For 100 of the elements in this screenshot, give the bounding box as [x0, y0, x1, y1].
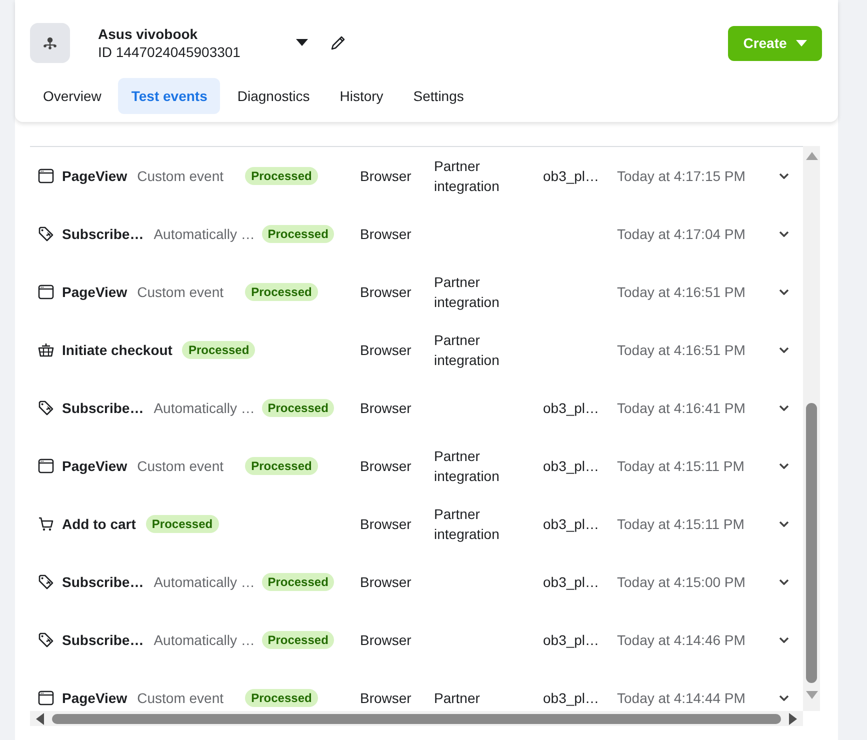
- chevron-down-icon: [779, 347, 789, 353]
- event-name: PageView: [62, 458, 128, 474]
- status-badge: Processed: [245, 689, 318, 707]
- expand-button[interactable]: [777, 229, 791, 239]
- event-type: Custom event: [137, 458, 224, 474]
- tab[interactable]: Overview: [30, 78, 114, 114]
- parameter-cell: ob3_pl…: [543, 690, 600, 706]
- channel-cell-text: Browser: [360, 342, 412, 358]
- chevron-down-icon: [779, 463, 789, 469]
- event-name: Add to cart: [62, 516, 136, 532]
- event-name: PageView: [62, 168, 128, 184]
- browser-window-icon: [38, 690, 54, 706]
- channel-cell-text: Browser: [360, 168, 412, 184]
- expand-button[interactable]: [777, 171, 791, 181]
- chevron-down-icon: [779, 173, 789, 179]
- browser-window-icon: [38, 168, 54, 184]
- caret-icon: [296, 39, 308, 47]
- vertical-scrollbar[interactable]: [803, 146, 820, 711]
- expand-button[interactable]: [777, 693, 791, 703]
- event-name: Subscribe…: [62, 574, 144, 590]
- event-name: PageView: [62, 690, 128, 706]
- status-badge: Processed: [245, 283, 318, 301]
- parameter-cell: ob3_pl…: [543, 400, 600, 416]
- browser-window-icon: [38, 284, 54, 300]
- source-cell: Partner integration: [434, 448, 500, 484]
- event-type: Automatically …: [154, 574, 252, 590]
- source-cell: Partner integration: [434, 274, 500, 310]
- source-cell: Partner integration: [434, 506, 500, 542]
- event-type: Custom event: [137, 168, 224, 184]
- channel-cell-text: Browser: [360, 458, 412, 474]
- channel-cell-text: Browser: [360, 574, 412, 590]
- status-badge: Processed: [245, 457, 318, 475]
- event-name: Subscribe…: [62, 400, 144, 416]
- source-cell: Partner: [434, 690, 480, 706]
- expand-button[interactable]: [777, 345, 791, 355]
- event-time: Today at 4:15:11 PM: [617, 516, 746, 532]
- event-time: Today at 4:15:00 PM: [617, 574, 746, 590]
- parameter-cell: ob3_pl…: [543, 516, 600, 532]
- status-badge: Processed: [262, 573, 334, 591]
- channel-cell-text: Browser: [360, 284, 412, 300]
- tag-icon: [38, 226, 54, 242]
- status-badge: Processed: [262, 399, 334, 417]
- source-cell: Partner integration: [434, 158, 500, 194]
- status-badge: Processed: [262, 225, 334, 243]
- event-time: Today at 4:16:51 PM: [617, 342, 746, 358]
- tag-icon: [38, 400, 54, 416]
- event-time: Today at 4:17:15 PM: [617, 168, 746, 184]
- chevron-down-icon: [779, 289, 789, 295]
- status-badge: Processed: [245, 167, 318, 185]
- tag-icon: [38, 632, 54, 648]
- tab[interactable]: Settings: [400, 78, 477, 114]
- tab[interactable]: Test events: [118, 78, 220, 114]
- event-time: Today at 4:16:41 PM: [617, 400, 746, 416]
- expand-button[interactable]: [777, 403, 791, 413]
- channel-cell-text: Browser: [360, 400, 412, 416]
- pencil-icon: [330, 35, 346, 51]
- event-type: Automatically …: [154, 632, 252, 648]
- event-type: Automatically …: [154, 226, 252, 242]
- event-time: Today at 4:17:04 PM: [617, 226, 746, 242]
- chevron-down-icon: [779, 579, 789, 585]
- parameter-cell: ob3_pl…: [543, 574, 600, 590]
- expand-button[interactable]: [777, 577, 791, 587]
- dataset-id: ID 1447024045903301: [98, 44, 242, 60]
- event-name: Subscribe…: [62, 632, 144, 648]
- event-time: Today at 4:15:11 PM: [617, 458, 746, 474]
- chevron-down-icon: [779, 231, 789, 237]
- status-badge: Processed: [146, 515, 219, 533]
- scroll-up-icon: [806, 152, 818, 160]
- channel-cell-text: Browser: [360, 516, 412, 532]
- channel-cell-text: Browser: [360, 690, 412, 706]
- channel-cell-text: Browser: [360, 226, 412, 242]
- expand-button[interactable]: [777, 461, 791, 471]
- chevron-down-icon: [779, 695, 789, 701]
- expand-button[interactable]: [777, 635, 791, 645]
- event-time: Today at 4:14:46 PM: [617, 632, 746, 648]
- tab[interactable]: Diagnostics: [224, 78, 323, 114]
- event-name: Initiate checkout: [62, 342, 172, 358]
- event-type: Custom event: [137, 690, 224, 706]
- event-time: Today at 4:16:51 PM: [617, 284, 746, 300]
- scroll-down-icon: [806, 691, 818, 699]
- parameter-cell: ob3_pl…: [543, 458, 600, 474]
- basket-icon: [38, 342, 54, 358]
- event-type: Automatically …: [154, 400, 252, 416]
- expand-button[interactable]: [777, 287, 791, 297]
- caret-icon: [796, 40, 807, 46]
- expand-button[interactable]: [777, 519, 791, 529]
- browser-window-icon: [38, 458, 54, 474]
- status-badge: Processed: [262, 631, 334, 649]
- event-name: PageView: [62, 284, 128, 300]
- scroll-right-icon: [789, 712, 797, 724]
- horizontal-scrollbar[interactable]: [30, 711, 803, 726]
- event-name: Subscribe…: [62, 226, 144, 242]
- chevron-down-icon: [779, 405, 789, 411]
- cart-icon: [38, 516, 54, 532]
- chevron-down-icon: [779, 637, 789, 643]
- parameter-cell: ob3_pl…: [543, 168, 600, 184]
- scroll-left-icon: [36, 712, 44, 724]
- chevron-down-icon: [779, 521, 789, 527]
- tab[interactable]: History: [326, 78, 396, 114]
- status-badge: Processed: [182, 341, 256, 359]
